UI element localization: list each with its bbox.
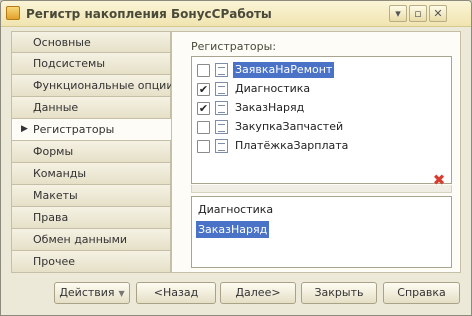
registrator-name[interactable]: ЗаявкаНаРемонт [233,62,335,78]
tab-dannye[interactable]: Данные [11,97,171,119]
checkbox[interactable] [197,64,210,77]
registrators-label: Регистраторы: [191,40,277,53]
list-item[interactable]: ✔ ЗаказНаряд [196,99,446,117]
tab-registratory[interactable]: ▶ Регистраторы [11,119,172,141]
document-icon [215,63,228,77]
checkbox[interactable]: ✔ [197,83,210,96]
document-icon [215,120,228,134]
selected-registrators-list[interactable]: Диагностика ЗаказНаряд [191,196,452,268]
registrator-name[interactable]: Диагностика [233,81,312,97]
checkbox[interactable] [197,140,210,153]
horizontal-scrollbar[interactable] [191,185,452,193]
list-item[interactable]: Диагностика [196,201,275,218]
help-button[interactable]: Справка [383,282,460,304]
list-item[interactable]: ЗаказНаряд [196,221,270,238]
tab-podsistemy[interactable]: Подсистемы [11,53,171,75]
registrator-name[interactable]: ЗакупкаЗапчастей [233,119,345,135]
tab-registratory-label: Регистраторы [33,123,115,136]
tab-obmen-dannymi[interactable]: Обмен данными [11,229,171,251]
list-item[interactable]: ЗаявкаНаРемонт [196,61,446,79]
tab-funktsionalnye-optsii[interactable]: Функциональные опции [11,75,173,97]
actions-label: Действия [59,286,115,299]
registrator-name[interactable]: ЗаказНаряд [233,100,306,116]
document-icon [215,101,228,115]
minimize-button[interactable]: ▫ [409,5,427,22]
tab-komandy[interactable]: Команды [11,163,171,185]
tab-osnovnye[interactable]: Основные [11,31,171,53]
next-button[interactable]: Далее> [220,282,296,304]
tab-list: Основные Подсистемы Функциональные опции… [11,31,173,273]
tab-content-panel: Регистраторы: ЗаявкаНаРемонт ✔ Диагности… [171,31,461,273]
close-button[interactable]: Закрыть [301,282,377,304]
list-item[interactable]: ПлатёжкаЗарплата [196,137,446,155]
close-window-button[interactable]: ✕ [429,5,447,22]
registrator-name[interactable]: ПлатёжкаЗарплата [233,138,350,154]
window-title: Регистр накопления БонусСРаботы [26,7,272,21]
register-icon [6,6,20,20]
list-item[interactable]: ЗакупкаЗапчастей [196,118,446,136]
document-icon [215,139,228,153]
back-button[interactable]: <Назад [136,282,216,304]
chevron-down-icon: ▼ [118,289,125,298]
tab-formy[interactable]: Формы [11,141,171,163]
delete-icon[interactable]: ✖ [431,172,447,188]
tab-prava[interactable]: Права [11,207,171,229]
tab-prochee[interactable]: Прочее [11,251,171,273]
registrators-list[interactable]: ЗаявкаНаРемонт ✔ Диагностика ✔ ЗаказНаря… [191,56,452,184]
document-icon [215,82,228,96]
tab-makety[interactable]: Макеты [11,185,171,207]
window-menu-button[interactable]: ▾ [389,5,407,22]
checkbox[interactable] [197,121,210,134]
title-bar[interactable]: Регистр накопления БонусСРаботы ▾ ▫ ✕ [1,1,471,27]
actions-button[interactable]: Действия ▼ [54,282,130,304]
checkbox[interactable]: ✔ [197,102,210,115]
list-item[interactable]: ✔ Диагностика [196,80,446,98]
active-tab-arrow-icon: ▶ [21,124,28,134]
dialog-window: Регистр накопления БонусСРаботы ▾ ▫ ✕ Ос… [0,0,472,316]
